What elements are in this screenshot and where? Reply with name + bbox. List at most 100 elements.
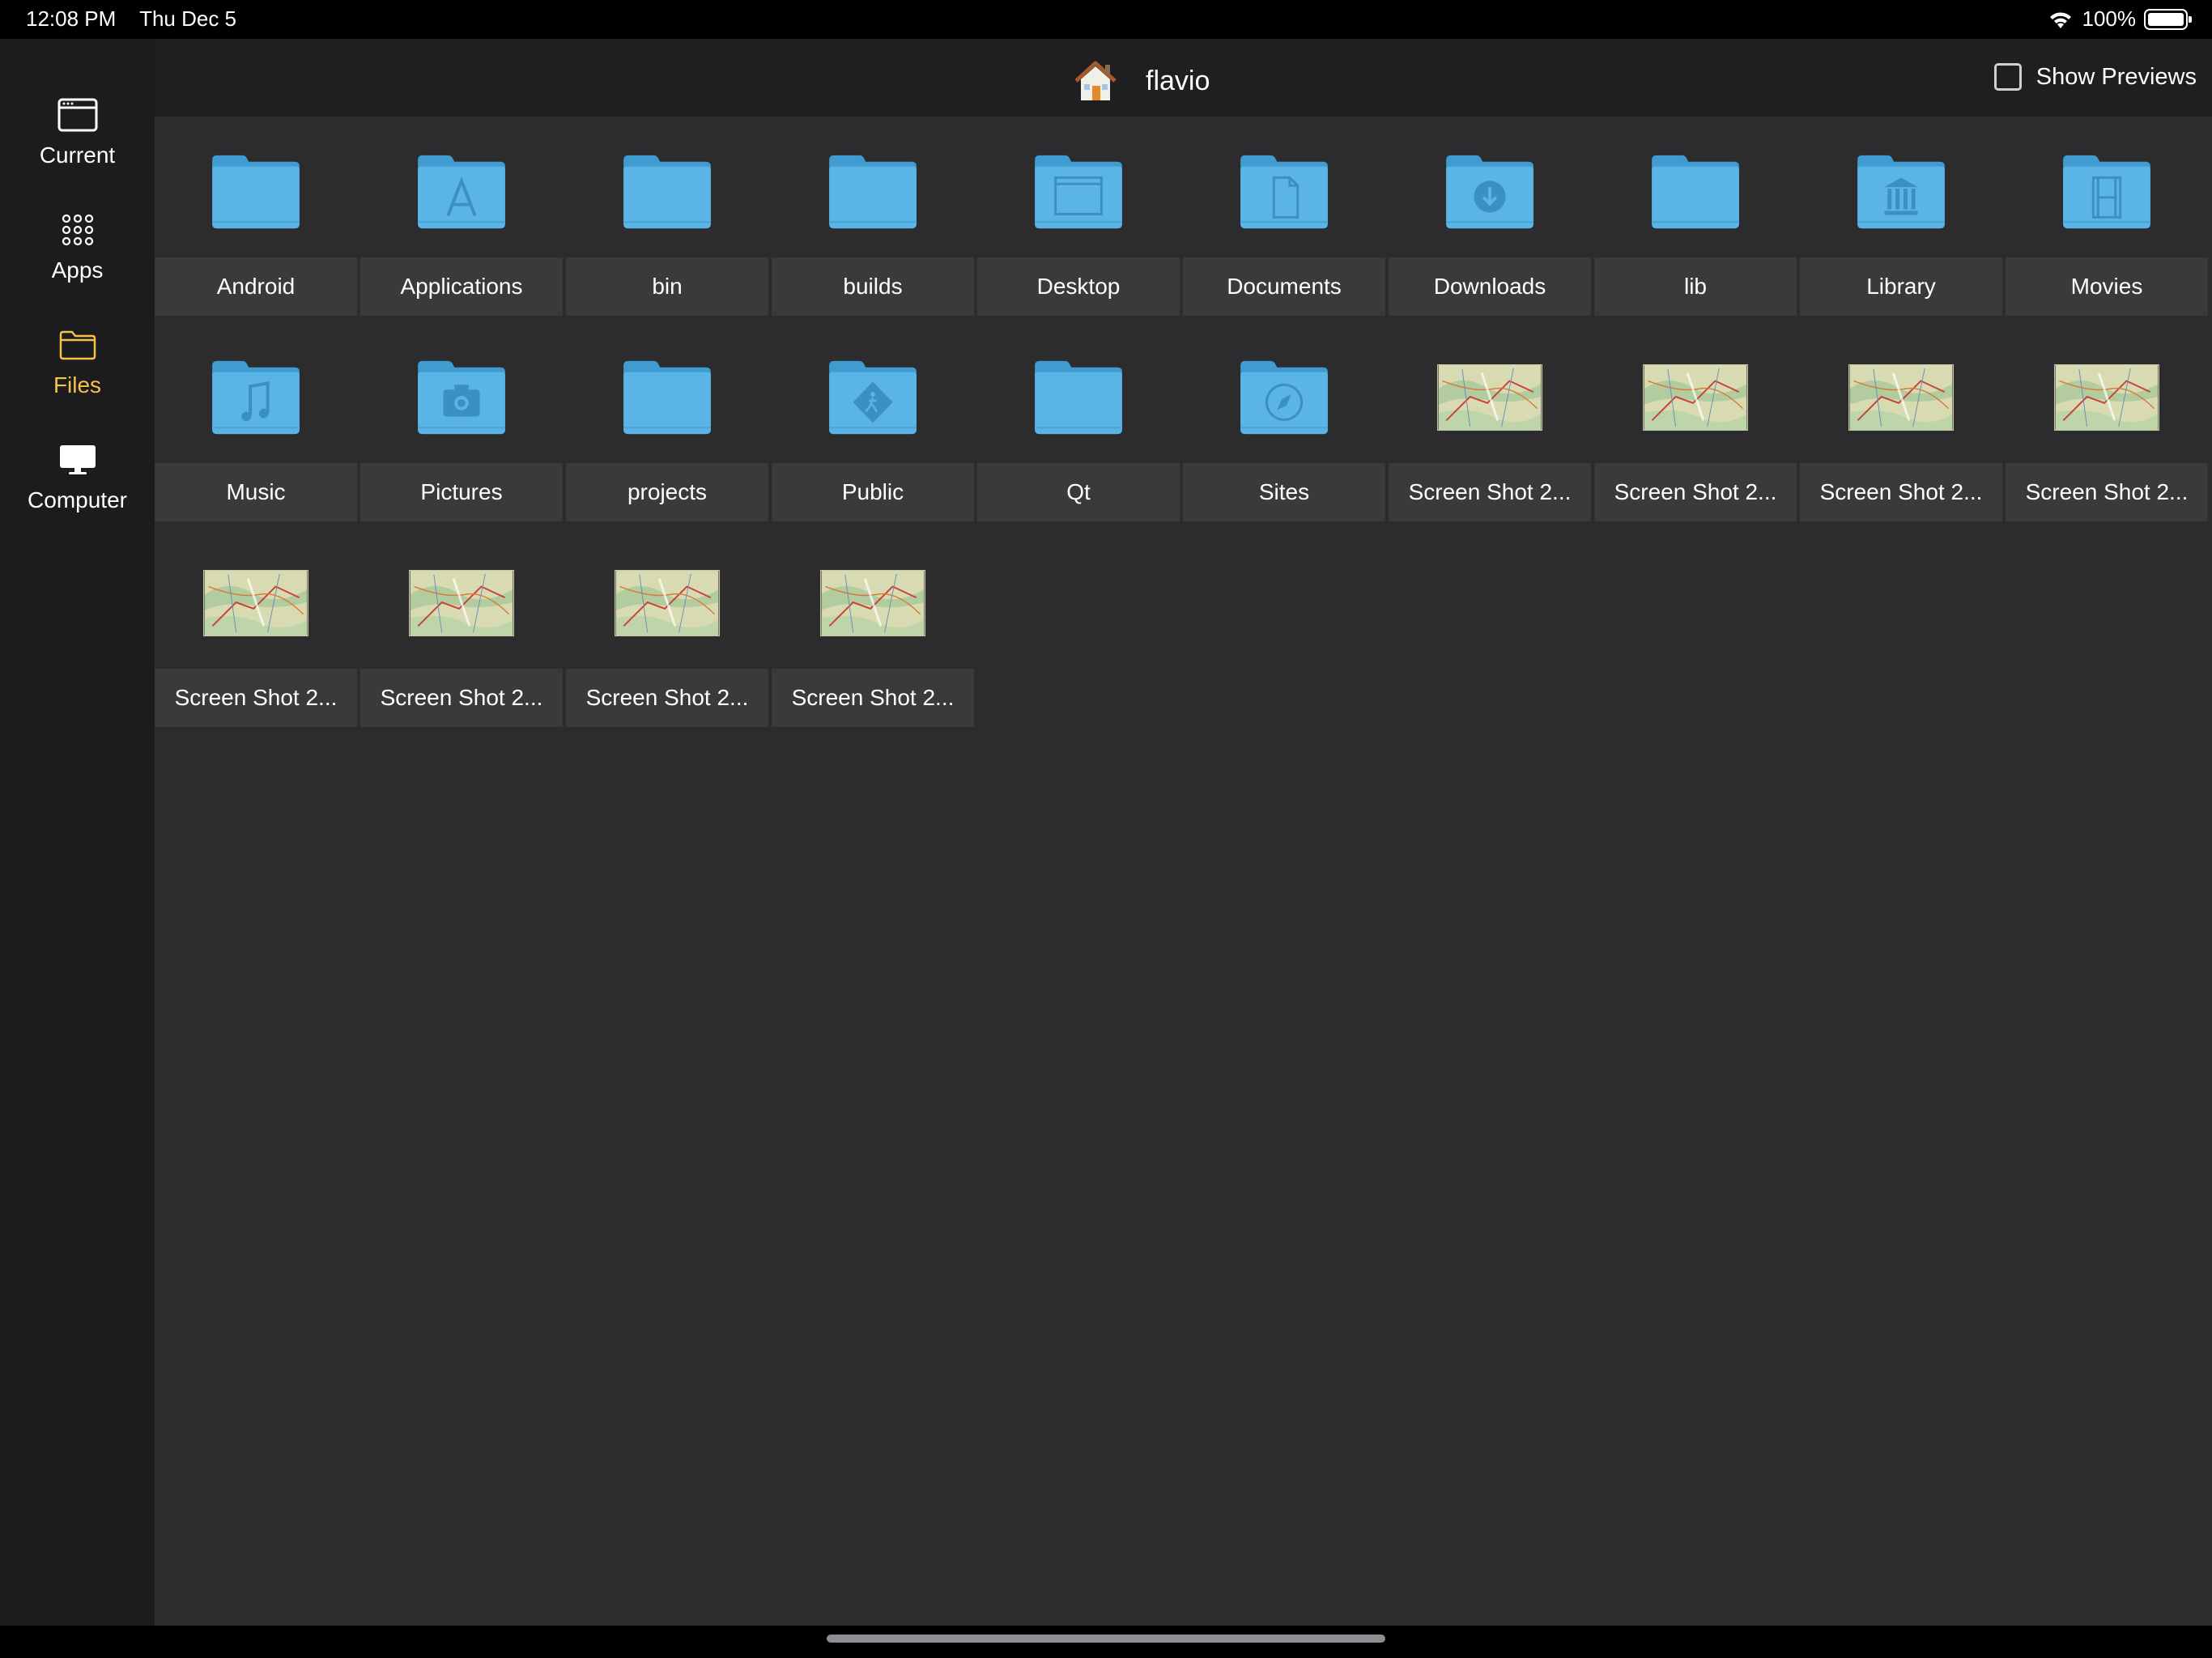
- movies-folder-icon: [2063, 155, 2150, 229]
- tile-icon: [1389, 332, 1591, 463]
- file-name: Applications: [360, 257, 563, 316]
- file-browser: Android Applications bin builds Desktop Docum…: [155, 117, 2212, 1626]
- file-name: Android: [155, 257, 357, 316]
- tile-icon: [772, 126, 974, 257]
- file-name: projects: [566, 463, 768, 521]
- monitor-icon: [57, 439, 99, 481]
- file-name: Music: [155, 463, 357, 521]
- file-name: Downloads: [1389, 257, 1591, 316]
- map-thumbnail-icon: [409, 570, 514, 636]
- tile-icon: [2006, 126, 2208, 257]
- folder-icon: [829, 155, 917, 229]
- tile-icon: [1800, 126, 2002, 257]
- map-thumbnail-icon: [1848, 364, 1954, 431]
- applications-folder-icon: [418, 155, 505, 229]
- sidebar: Current Apps Files Computer: [0, 39, 155, 1626]
- tile-icon: [1594, 332, 1797, 463]
- map-thumbnail-icon: [203, 570, 308, 636]
- file-name: lib: [1594, 257, 1797, 316]
- tile-icon: [360, 538, 563, 669]
- desktop-folder-icon: [1035, 155, 1122, 229]
- header: flavio Show Previews: [155, 39, 2212, 117]
- downloads-folder-icon: [1446, 155, 1534, 229]
- status-time-date: 12:08 PM Thu Dec 5: [26, 6, 254, 32]
- status-bar: 12:08 PM Thu Dec 5 100%: [0, 0, 2212, 39]
- folder-tile[interactable]: projects: [566, 332, 768, 528]
- status-time: 12:08 PM: [26, 6, 117, 31]
- file-name: Library: [1800, 257, 2002, 316]
- file-name: bin: [566, 257, 768, 316]
- tile-icon: [1183, 332, 1385, 463]
- folder-tile[interactable]: builds: [772, 126, 974, 322]
- file-name: Public: [772, 463, 974, 521]
- status-date: Thu Dec 5: [139, 6, 237, 31]
- file-name: Qt: [977, 463, 1180, 521]
- map-thumbnail-icon: [1643, 364, 1748, 431]
- folder-tile[interactable]: bin: [566, 126, 768, 322]
- folder-icon: [212, 155, 300, 229]
- sidebar-item-label: Files: [53, 372, 102, 397]
- file-tile[interactable]: Screen Shot 2...: [772, 538, 974, 733]
- folder-tile[interactable]: Library: [1800, 126, 2002, 322]
- file-tile[interactable]: Screen Shot 2...: [1389, 332, 1591, 528]
- music-folder-icon: [212, 360, 300, 435]
- show-previews-toggle[interactable]: Show Previews: [1993, 63, 2197, 91]
- file-tile[interactable]: Screen Shot 2...: [155, 538, 357, 733]
- window-icon: [57, 94, 99, 136]
- file-tile[interactable]: Screen Shot 2...: [2006, 332, 2208, 528]
- folder-tile[interactable]: Downloads: [1389, 126, 1591, 322]
- folder-tile[interactable]: Sites: [1183, 332, 1385, 528]
- folder-tile[interactable]: Pictures: [360, 332, 563, 528]
- folder-tile[interactable]: Music: [155, 332, 357, 528]
- file-tile[interactable]: Screen Shot 2...: [360, 538, 563, 733]
- sidebar-item-current[interactable]: Current: [0, 94, 155, 199]
- tile-icon: [772, 538, 974, 669]
- folder-tile[interactable]: Documents: [1183, 126, 1385, 322]
- tile-icon: [155, 332, 357, 463]
- folder-tile[interactable]: Android: [155, 126, 357, 322]
- file-name: Screen Shot 2...: [155, 669, 357, 727]
- folder-tile[interactable]: Qt: [977, 332, 1180, 528]
- library-folder-icon: [1857, 155, 1945, 229]
- wifi-icon: [2049, 11, 2071, 28]
- tile-icon: [360, 332, 563, 463]
- file-name: Screen Shot 2...: [2006, 463, 2208, 521]
- apps-grid-icon: [57, 209, 99, 251]
- file-name: Screen Shot 2...: [772, 669, 974, 727]
- home-indicator[interactable]: [827, 1635, 1385, 1643]
- folder-tile[interactable]: Applications: [360, 126, 563, 322]
- folder-tile[interactable]: Public: [772, 332, 974, 528]
- tile-icon: [566, 332, 768, 463]
- folder-icon: [623, 360, 711, 435]
- map-thumbnail-icon: [820, 570, 925, 636]
- home-icon: [1074, 61, 1117, 100]
- sidebar-item-files[interactable]: Files: [0, 324, 155, 429]
- folder-tile[interactable]: Movies: [2006, 126, 2208, 322]
- file-tile[interactable]: Screen Shot 2...: [1594, 332, 1797, 528]
- file-tile[interactable]: Screen Shot 2...: [1800, 332, 2002, 528]
- show-previews-checkbox[interactable]: [1993, 63, 2022, 91]
- folder-icon: [1035, 360, 1122, 435]
- file-name: Screen Shot 2...: [566, 669, 768, 727]
- map-thumbnail-icon: [2054, 364, 2159, 431]
- tile-icon: [1183, 126, 1385, 257]
- pictures-folder-icon: [418, 360, 505, 435]
- file-name: Pictures: [360, 463, 563, 521]
- tile-icon: [2006, 332, 2208, 463]
- sidebar-item-apps[interactable]: Apps: [0, 209, 155, 314]
- file-tile[interactable]: Screen Shot 2...: [566, 538, 768, 733]
- folder-tile[interactable]: Desktop: [977, 126, 1180, 322]
- folder-icon: [57, 324, 99, 366]
- file-name: builds: [772, 257, 974, 316]
- file-name: Desktop: [977, 257, 1180, 316]
- sidebar-item-label: Apps: [51, 257, 104, 283]
- page-title: flavio: [1146, 65, 1210, 96]
- public-folder-icon: [829, 360, 917, 435]
- folder-tile[interactable]: lib: [1594, 126, 1797, 322]
- sidebar-item-label: Computer: [28, 487, 127, 512]
- documents-folder-icon: [1240, 155, 1328, 229]
- tile-icon: [155, 538, 357, 669]
- map-thumbnail-icon: [615, 570, 720, 636]
- sidebar-item-computer[interactable]: Computer: [0, 439, 155, 544]
- show-previews-label: Show Previews: [2035, 63, 2197, 90]
